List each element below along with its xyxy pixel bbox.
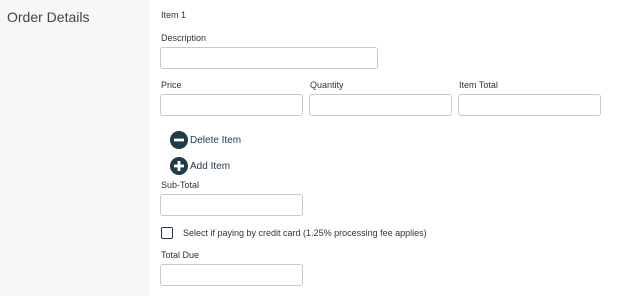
minus-circle-icon — [170, 131, 188, 149]
subtotal-field[interactable] — [160, 194, 303, 216]
add-item-button[interactable]: Add Item — [170, 157, 230, 175]
description-label: Description — [161, 33, 207, 43]
item-total-field[interactable] — [458, 94, 601, 116]
delete-item-label: Delete Item — [190, 134, 242, 146]
item-total-label: Item Total — [459, 80, 498, 90]
plus-circle-icon — [170, 157, 188, 175]
quantity-label: Quantity — [310, 80, 344, 90]
section-title: Order Details — [7, 9, 90, 25]
delete-item-button[interactable]: Delete Item — [170, 131, 241, 149]
item-heading: Item 1 — [161, 10, 187, 20]
credit-card-label: Select if paying by credit card (1.25% p… — [183, 228, 427, 238]
total-due-field[interactable] — [160, 264, 303, 286]
subtotal-label: Sub-Total — [161, 180, 200, 190]
quantity-field[interactable] — [309, 94, 452, 116]
section-sidebar: Order Details — [0, 0, 150, 296]
credit-card-checkbox[interactable] — [161, 227, 173, 239]
price-field[interactable] — [160, 94, 303, 116]
total-due-label: Total Due — [161, 250, 200, 260]
add-item-label: Add Item — [190, 160, 231, 172]
description-field[interactable] — [160, 47, 378, 69]
price-label: Price — [161, 80, 182, 90]
